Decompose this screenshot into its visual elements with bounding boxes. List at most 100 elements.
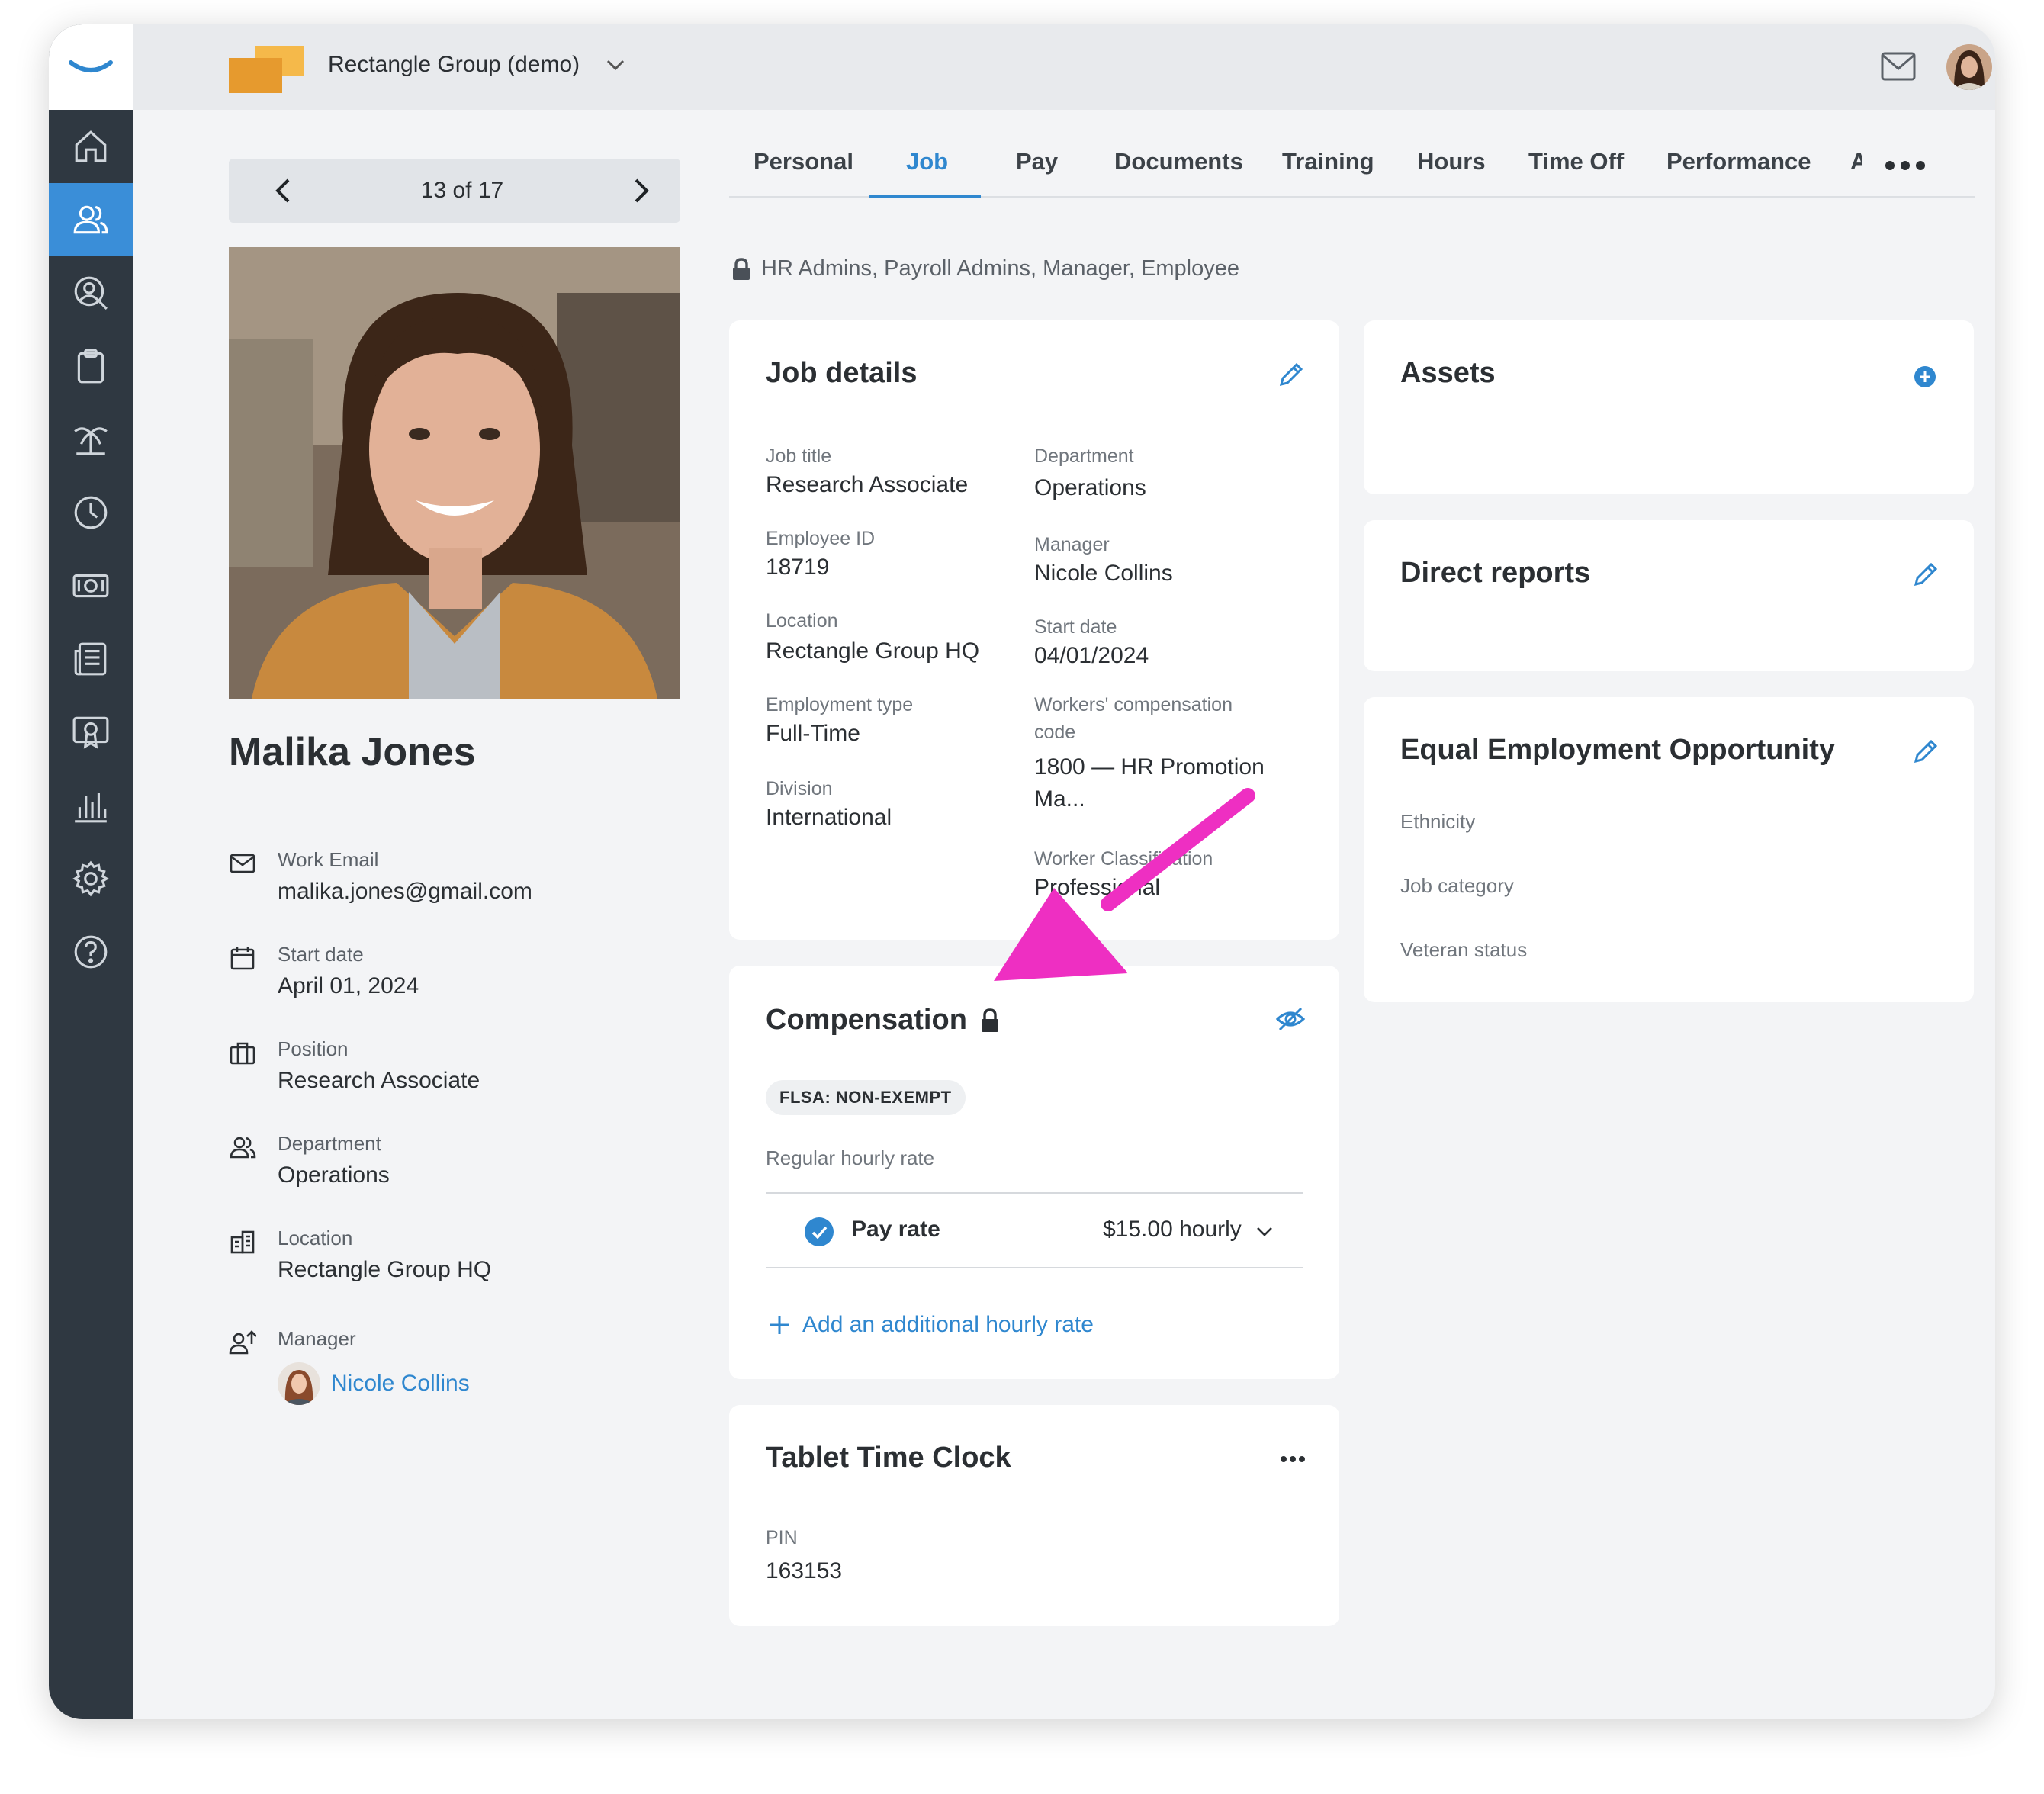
add-hourly-rate-label: Add an additional hourly rate: [802, 1312, 1094, 1337]
nav-time[interactable]: [49, 476, 133, 549]
nav-home[interactable]: [49, 110, 133, 183]
sidebar: [49, 24, 133, 1719]
worker-class-value: Professional: [1034, 875, 1161, 900]
field-label: Manager: [1034, 534, 1110, 555]
clipboard-icon: [77, 349, 104, 384]
pay-rate-label: Pay rate: [851, 1217, 940, 1242]
employee-pager: 13 of 17: [229, 159, 680, 223]
pay-rate-value: $15.00 hourly: [1103, 1217, 1242, 1242]
pin-value: 163153: [766, 1558, 843, 1583]
lock-icon: [981, 1008, 998, 1032]
nav-analytics[interactable]: [49, 769, 133, 842]
start-date-value: April 01, 2024: [278, 973, 419, 998]
inbox-button[interactable]: [1881, 52, 1916, 81]
company-name: Rectangle Group (demo): [328, 52, 580, 77]
tab-job[interactable]: Job: [906, 148, 948, 175]
card-title: Job details: [766, 357, 918, 389]
nav-reports-docs[interactable]: [49, 622, 133, 696]
app-logo[interactable]: [49, 24, 133, 110]
avatar: [1946, 44, 1992, 90]
card-title: Compensation: [766, 1004, 967, 1036]
tab-performance[interactable]: Performance: [1666, 148, 1811, 175]
field-label: code: [1034, 722, 1076, 743]
add-circle-icon[interactable]: [1910, 362, 1940, 392]
division-value: International: [766, 805, 892, 830]
field-label: Department: [1034, 445, 1134, 467]
mail-icon: [230, 854, 256, 873]
assets-card: Assets: [1364, 320, 1974, 494]
check-circle-icon: [805, 1217, 834, 1246]
active-tab-indicator: [869, 195, 981, 198]
money-icon: [72, 574, 109, 598]
employee-photo: [229, 247, 680, 699]
lock-icon: [733, 257, 750, 280]
card-title: Assets: [1400, 357, 1496, 389]
tab-time-off[interactable]: Time Off: [1528, 148, 1624, 175]
field-label: PIN: [766, 1527, 798, 1548]
chevron-down-icon[interactable]: [1255, 1226, 1274, 1238]
info-manager: Manager Nicole Collins: [229, 1327, 686, 1411]
location-value: Rectangle Group HQ: [278, 1257, 492, 1282]
info-label: Work Email: [278, 848, 379, 871]
manager-value: Nicole Collins: [1034, 561, 1173, 586]
field-label: Division: [766, 778, 833, 799]
gear-icon: [72, 860, 109, 897]
card-title: Equal Employment Opportunity: [1400, 734, 1836, 766]
mail-icon: [1881, 52, 1916, 81]
info-label: Department: [278, 1132, 381, 1155]
workers-comp-value: 1800 — HR Promotion: [1034, 754, 1265, 780]
nav-settings[interactable]: [49, 842, 133, 915]
company-switcher[interactable]: Rectangle Group (demo): [328, 52, 625, 78]
pager-position: 13 of 17: [420, 178, 504, 203]
workers-comp-value-cont: Ma...: [1034, 786, 1085, 812]
access-text: HR Admins, Payroll Admins, Manager, Empl…: [761, 256, 1239, 281]
employment-type-value: Full-Time: [766, 721, 860, 746]
job-title-value: Research Associate: [766, 472, 969, 497]
eeo-ethnicity-label: Ethnicity: [1400, 810, 1476, 833]
flsa-badge: FLSA: NON-EXEMPT: [766, 1080, 966, 1115]
chevron-right-icon[interactable]: [633, 178, 650, 204]
briefcase-icon: [230, 1042, 256, 1065]
add-hourly-rate-button[interactable]: Add an additional hourly rate: [769, 1312, 1094, 1338]
nav-training[interactable]: [49, 696, 133, 769]
tab-training[interactable]: Training: [1282, 148, 1374, 175]
compensation-header: Compensation: [766, 1004, 999, 1037]
pencil-icon[interactable]: [1275, 360, 1306, 391]
nav-people[interactable]: [49, 183, 133, 256]
nav-clipboard[interactable]: [49, 330, 133, 403]
help-icon: [74, 935, 108, 969]
field-label: Workers' compensation: [1034, 694, 1233, 715]
nav-time-off[interactable]: [49, 403, 133, 476]
chevron-left-icon[interactable]: [275, 178, 291, 204]
eeo-card: Equal Employment Opportunity Ethnicity J…: [1364, 697, 1974, 1002]
job-details-card: Job details Job title Research Associate…: [729, 320, 1339, 940]
nav-user-search[interactable]: [49, 256, 133, 330]
manager-link[interactable]: Nicole Collins: [278, 1362, 470, 1405]
info-label: Manager: [278, 1327, 356, 1350]
user-menu[interactable]: [1946, 44, 1995, 90]
tab-pay[interactable]: Pay: [1016, 148, 1058, 175]
main-content: 13 of 17 Malika Jones Work Email malika.…: [133, 110, 1995, 1719]
people-icon: [73, 205, 108, 234]
location-value: Rectangle Group HQ: [766, 638, 980, 664]
calendar-icon: [230, 947, 255, 970]
tab-hours[interactable]: Hours: [1417, 148, 1486, 175]
app-window: Rectangle Group (demo) 13 of 17 Malika J…: [49, 24, 1995, 1719]
start-date-value: 04/01/2024: [1034, 643, 1149, 668]
eye-off-icon[interactable]: [1275, 1004, 1306, 1034]
company-logo: [229, 43, 305, 95]
nav-payroll[interactable]: [49, 549, 133, 622]
work-email-value: malika.jones@gmail.com: [278, 879, 532, 904]
more-options-icon[interactable]: [1280, 1455, 1306, 1463]
nav-help[interactable]: [49, 915, 133, 989]
tab-documents[interactable]: Documents: [1114, 148, 1243, 175]
pay-rate-row[interactable]: Pay rate $15.00 hourly: [766, 1192, 1303, 1268]
pencil-icon[interactable]: [1910, 737, 1940, 767]
tab-personal[interactable]: Personal: [754, 148, 853, 175]
info-label: Position: [278, 1037, 349, 1060]
card-title: Tablet Time Clock: [766, 1442, 1011, 1474]
tab-truncated[interactable]: A: [1850, 148, 1862, 175]
people-icon: [230, 1137, 256, 1159]
pencil-icon[interactable]: [1910, 560, 1940, 590]
more-tabs-icon[interactable]: [1885, 160, 1926, 171]
